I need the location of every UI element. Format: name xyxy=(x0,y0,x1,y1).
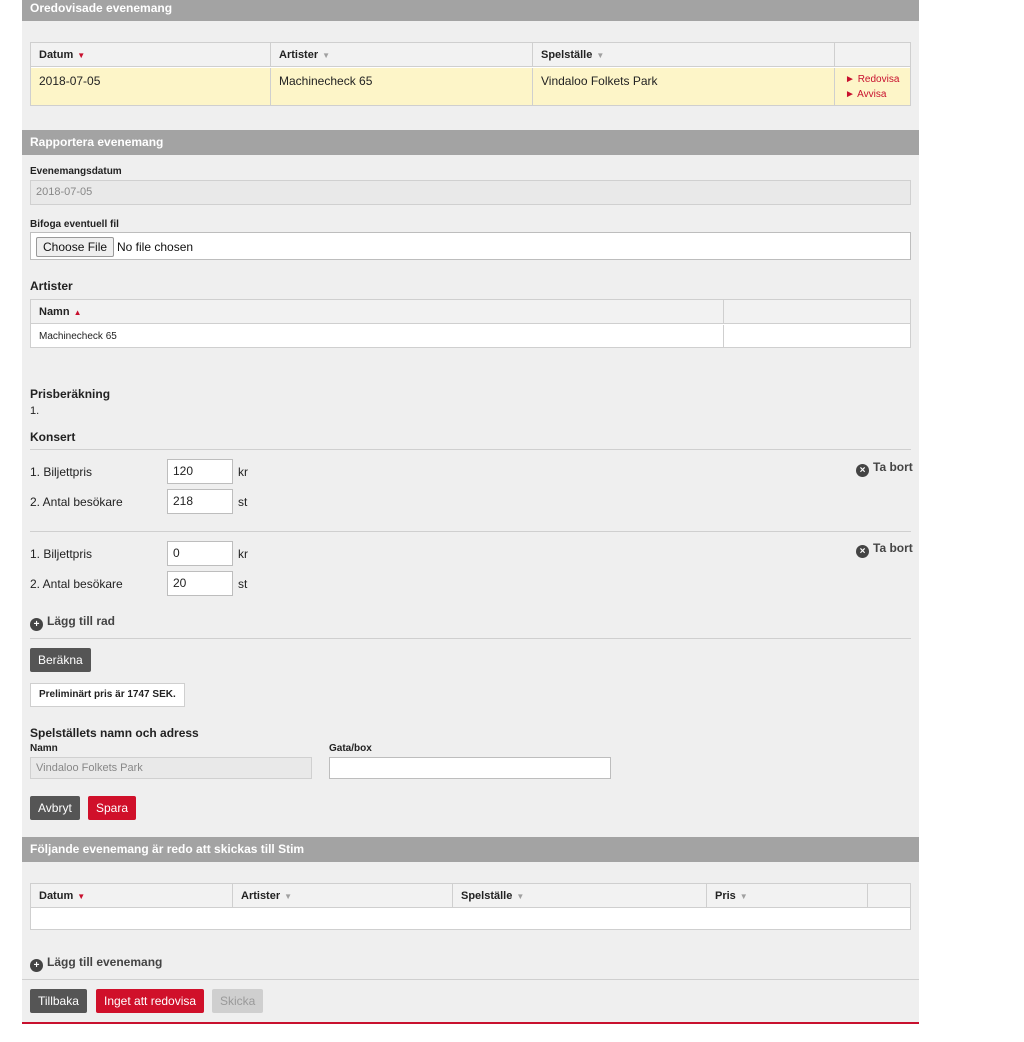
sort-price-header[interactable]: Pris ▼ xyxy=(707,884,868,908)
row-artist: Machinecheck 65 xyxy=(271,68,533,105)
sort-name-header[interactable]: Namn ▲ xyxy=(31,300,724,324)
visitors-unit: st xyxy=(238,577,248,591)
sort-icon: ▼ xyxy=(596,51,605,60)
pricing-heading: Prisberäkning xyxy=(30,387,111,401)
sort-artist-header[interactable]: Artister ▼ xyxy=(271,43,533,67)
price-label: 1. Biljettpris xyxy=(30,547,93,561)
divider xyxy=(30,638,911,639)
add-event-button[interactable]: + Lägg till evenemang xyxy=(30,955,162,972)
sort-icon: ▼ xyxy=(739,892,748,901)
sort-venue-header[interactable]: Spelställe ▼ xyxy=(533,43,835,67)
divider xyxy=(22,979,919,980)
unreported-table: Datum ▼ Artister ▼ Spelställe ▼ 2018-07-05 … xyxy=(30,42,911,106)
artists-heading: Artister xyxy=(30,279,73,293)
ready-header: Följande evenemang är redo att skickas t… xyxy=(22,837,919,862)
file-label: Bifoga eventuell fil xyxy=(30,219,119,230)
ready-table: Datum ▼ Artister ▼ Spelställe ▼ Pris ▼ xyxy=(30,883,911,930)
sort-asc-icon: ▲ xyxy=(73,308,82,317)
send-button: Skicka xyxy=(212,989,264,1013)
cancel-button[interactable]: Avbryt xyxy=(30,796,80,820)
price-input[interactable]: 0 xyxy=(167,541,233,566)
street-label: Gata/box xyxy=(329,743,372,754)
report-link[interactable]: ► Redovisa xyxy=(845,74,899,85)
close-circle-icon: × xyxy=(856,464,869,477)
sort-date-header[interactable]: Datum ▼ xyxy=(31,43,271,67)
plus-circle-icon: + xyxy=(30,959,43,972)
visitors-label: 2. Antal besökare xyxy=(30,577,123,591)
artists-table: Namn ▲ Machinecheck 65 xyxy=(30,299,911,348)
choose-file-button[interactable]: Choose File xyxy=(36,237,115,257)
price-unit: kr xyxy=(238,465,248,479)
table-header: Namn ▲ xyxy=(31,300,910,324)
close-circle-icon: × xyxy=(856,545,869,558)
date-label: Evenemangsdatum xyxy=(30,166,122,177)
price-label: 1. Biljettpris xyxy=(30,465,93,479)
sort-artist-header[interactable]: Artister ▼ xyxy=(233,884,453,908)
sort-venue-header[interactable]: Spelställe ▼ xyxy=(453,884,707,908)
artist-name: Machinecheck 65 xyxy=(31,325,724,348)
event-date-field: 2018-07-05 xyxy=(30,180,911,205)
price-input[interactable]: 120 xyxy=(167,459,233,484)
sort-icon: ▼ xyxy=(322,51,331,60)
venue-heading: Spelställets namn och adress xyxy=(30,726,199,740)
venue-name-field: Vindaloo Folkets Park xyxy=(30,757,312,779)
reject-link[interactable]: ► Avvisa xyxy=(845,89,886,100)
visitors-input[interactable]: 20 xyxy=(167,571,233,596)
visitors-label: 2. Antal besökare xyxy=(30,495,123,509)
divider xyxy=(30,531,911,532)
table-row: Machinecheck 65 xyxy=(31,325,910,348)
unreported-header: Oredovisade evenemang xyxy=(22,0,919,21)
remove-row-button[interactable]: × Ta bort xyxy=(856,460,913,477)
table-header: Datum ▼ Artister ▼ Spelställe ▼ xyxy=(31,43,910,67)
sort-icon: ▼ xyxy=(284,892,293,901)
report-header: Rapportera evenemang xyxy=(22,130,919,155)
row-venue: Vindaloo Folkets Park xyxy=(533,68,835,105)
pricing-number: 1. xyxy=(30,405,40,417)
page-container: Oredovisade evenemang Datum ▼ Artister ▼ S… xyxy=(22,0,919,1024)
visitors-input[interactable]: 218 xyxy=(167,489,233,514)
table-row: 2018-07-05 Machinecheck 65 Vindaloo Folk… xyxy=(31,68,910,105)
plus-circle-icon: + xyxy=(30,618,43,631)
table-header: Datum ▼ Artister ▼ Spelställe ▼ Pris ▼ xyxy=(31,884,910,908)
row-date: 2018-07-05 xyxy=(31,68,271,105)
nothing-to-report-button[interactable]: Inget att redovisa xyxy=(96,989,205,1013)
file-status: No file chosen xyxy=(117,240,194,254)
divider xyxy=(30,449,911,450)
save-button[interactable]: Spara xyxy=(88,796,137,820)
remove-row-button[interactable]: × Ta bort xyxy=(856,541,913,558)
calculate-button[interactable]: Beräkna xyxy=(30,648,91,672)
price-result: Preliminärt pris är 1747 SEK. xyxy=(30,683,185,707)
pricing-type: Konsert xyxy=(30,430,76,444)
street-field[interactable] xyxy=(329,757,611,779)
sort-icon: ▼ xyxy=(516,892,525,901)
price-unit: kr xyxy=(238,547,248,561)
venue-name-label: Namn xyxy=(30,743,58,754)
visitors-unit: st xyxy=(238,495,248,509)
sort-desc-icon: ▼ xyxy=(77,892,86,901)
sort-date-header[interactable]: Datum ▼ xyxy=(31,884,233,908)
add-row-button[interactable]: + Lägg till rad xyxy=(30,614,115,631)
file-input[interactable]: Choose File No file chosen xyxy=(30,232,911,260)
sort-desc-icon: ▼ xyxy=(77,51,86,60)
back-button[interactable]: Tillbaka xyxy=(30,989,87,1013)
